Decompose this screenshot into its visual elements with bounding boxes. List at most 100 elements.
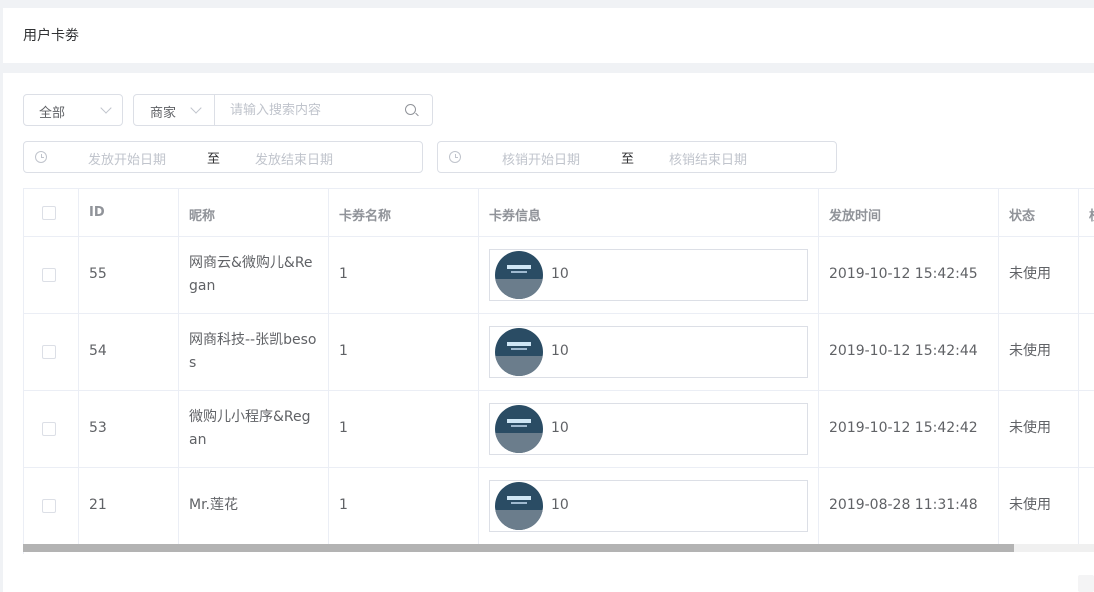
column-title: 昵称 (189, 209, 216, 224)
scrollbar-thumb[interactable] (23, 544, 1014, 552)
id-cell: 53 (79, 391, 179, 467)
row-id: 55 (89, 266, 107, 282)
nickname-line-2: s (189, 355, 197, 371)
nickname-line-2: an (189, 432, 207, 448)
coupon-name-cell: 1 (329, 314, 479, 390)
type-select-value: 全部 (39, 106, 66, 121)
header-issued-at[interactable]: 发放时间 (819, 189, 999, 236)
coupon-table: ID 昵称 卡券名称 卡券信息 发放时间 状态 核 55 网商云&微购儿&Re … (23, 188, 1094, 554)
header-coupon-info[interactable]: 卡券信息 (479, 189, 819, 236)
nickname-line-1: 网商云&微购儿&Re (189, 255, 313, 271)
row-id: 21 (89, 497, 107, 513)
status-text: 未使用 (1009, 266, 1051, 282)
row-checkbox[interactable] (42, 422, 56, 436)
verify-date-range[interactable]: 核销开始日期 至 核销结束日期 (437, 141, 837, 173)
verify-cell (1079, 237, 1094, 313)
row-id: 53 (89, 420, 107, 436)
header-select-cell (24, 189, 79, 236)
horizontal-scrollbar[interactable] (23, 544, 1094, 552)
row-id: 54 (89, 343, 107, 359)
search-group: 商家 (133, 94, 433, 126)
coupon-name: 1 (339, 266, 348, 282)
table-row[interactable]: 54 网商科技--张凯beso s 1 10 2019-10-12 15:42:… (24, 314, 1094, 391)
status-cell: 未使用 (999, 237, 1079, 313)
search-input[interactable] (230, 101, 395, 119)
verify-end-date[interactable]: 核销结束日期 (669, 149, 747, 168)
page-title: 用户卡劵 (23, 28, 79, 44)
header-status[interactable]: 状态 (999, 189, 1079, 236)
issued-at-cell: 2019-10-12 15:42:45 (819, 237, 999, 313)
issued-at-cell: 2019-08-28 11:31:48 (819, 468, 999, 544)
search-icon[interactable] (405, 104, 416, 115)
status-cell: 未使用 (999, 314, 1079, 390)
column-title: 卡券名称 (339, 209, 392, 224)
header-coupon-name[interactable]: 卡券名称 (329, 189, 479, 236)
coupon-value: 10 (551, 420, 569, 436)
row-checkbox[interactable] (42, 499, 56, 513)
issue-date-range[interactable]: 发放开始日期 至 发放结束日期 (23, 141, 423, 173)
issue-start-date[interactable]: 发放开始日期 (88, 149, 166, 168)
status-text: 未使用 (1009, 497, 1051, 513)
nickname-line-1: Mr.莲花 (189, 497, 238, 513)
type-select[interactable]: 全部 (23, 94, 123, 126)
nickname-cell: 网商云&微购儿&Re gan (179, 237, 329, 313)
range-separator: 至 (621, 152, 635, 167)
issued-at: 2019-10-12 15:42:44 (829, 343, 978, 359)
coupon-name: 1 (339, 420, 348, 436)
page-header: 用户卡劵 (3, 8, 1094, 63)
pagination-prev-button[interactable] (1078, 575, 1094, 592)
range-separator: 至 (207, 152, 221, 167)
status-text: 未使用 (1009, 343, 1051, 359)
column-title: 核 (1089, 205, 1094, 224)
issue-end-date[interactable]: 发放结束日期 (255, 149, 333, 168)
coupon-card: 10 (489, 480, 808, 532)
row-checkbox[interactable] (42, 268, 56, 282)
select-all-checkbox[interactable] (42, 206, 56, 220)
column-title: ID (89, 205, 105, 220)
table-row[interactable]: 55 网商云&微购儿&Re gan 1 10 2019-10-12 15:42:… (24, 237, 1094, 314)
issued-at: 2019-10-12 15:42:45 (829, 266, 978, 282)
select-cell (24, 237, 79, 313)
chevron-down-icon (100, 102, 112, 114)
verify-cell (1079, 314, 1094, 390)
id-cell: 55 (79, 237, 179, 313)
select-cell (24, 391, 79, 467)
header-nickname[interactable]: 昵称 (179, 189, 329, 236)
nickname-cell: 网商科技--张凯beso s (179, 314, 329, 390)
table-header-row: ID 昵称 卡券名称 卡券信息 发放时间 状态 核 (24, 189, 1094, 237)
verify-start-date[interactable]: 核销开始日期 (502, 149, 580, 168)
coupon-card: 10 (489, 403, 808, 455)
row-checkbox[interactable] (42, 345, 56, 359)
coupon-thumbnail (495, 482, 543, 530)
status-cell: 未使用 (999, 468, 1079, 544)
nickname-line-2: gan (189, 278, 216, 294)
coupon-value: 10 (551, 497, 569, 513)
id-cell: 54 (79, 314, 179, 390)
select-cell (24, 314, 79, 390)
table-row[interactable]: 53 微购儿小程序&Reg an 1 10 2019-10-12 15:42:4… (24, 391, 1094, 468)
main-panel: 全部 商家 发放开始日期 至 发放结束日期 核销开始日期 至 核销结束日期 ID… (3, 73, 1094, 592)
coupon-value: 10 (551, 343, 569, 359)
issued-at: 2019-10-12 15:42:42 (829, 420, 978, 436)
coupon-info-cell: 10 (479, 391, 819, 467)
header-id[interactable]: ID (79, 189, 179, 236)
select-cell (24, 468, 79, 544)
nickname-line-1: 微购儿小程序&Reg (189, 409, 311, 425)
coupon-value: 10 (551, 266, 569, 282)
coupon-card: 10 (489, 326, 808, 378)
coupon-thumbnail (495, 251, 543, 299)
issued-at-cell: 2019-10-12 15:42:44 (819, 314, 999, 390)
status-cell: 未使用 (999, 391, 1079, 467)
coupon-name: 1 (339, 343, 348, 359)
column-title: 发放时间 (829, 209, 882, 224)
coupon-name-cell: 1 (329, 468, 479, 544)
status-text: 未使用 (1009, 420, 1051, 436)
search-field-select[interactable]: 商家 (134, 95, 215, 125)
coupon-info-cell: 10 (479, 468, 819, 544)
coupon-info-cell: 10 (479, 314, 819, 390)
nickname-line-1: 网商科技--张凯beso (189, 332, 317, 348)
column-title: 状态 (1009, 209, 1036, 224)
coupon-card: 10 (489, 249, 808, 301)
table-row[interactable]: 21 Mr.莲花 1 10 2019-08-28 11:31:48 未使用 (24, 468, 1094, 545)
header-verify[interactable]: 核 (1079, 189, 1094, 236)
